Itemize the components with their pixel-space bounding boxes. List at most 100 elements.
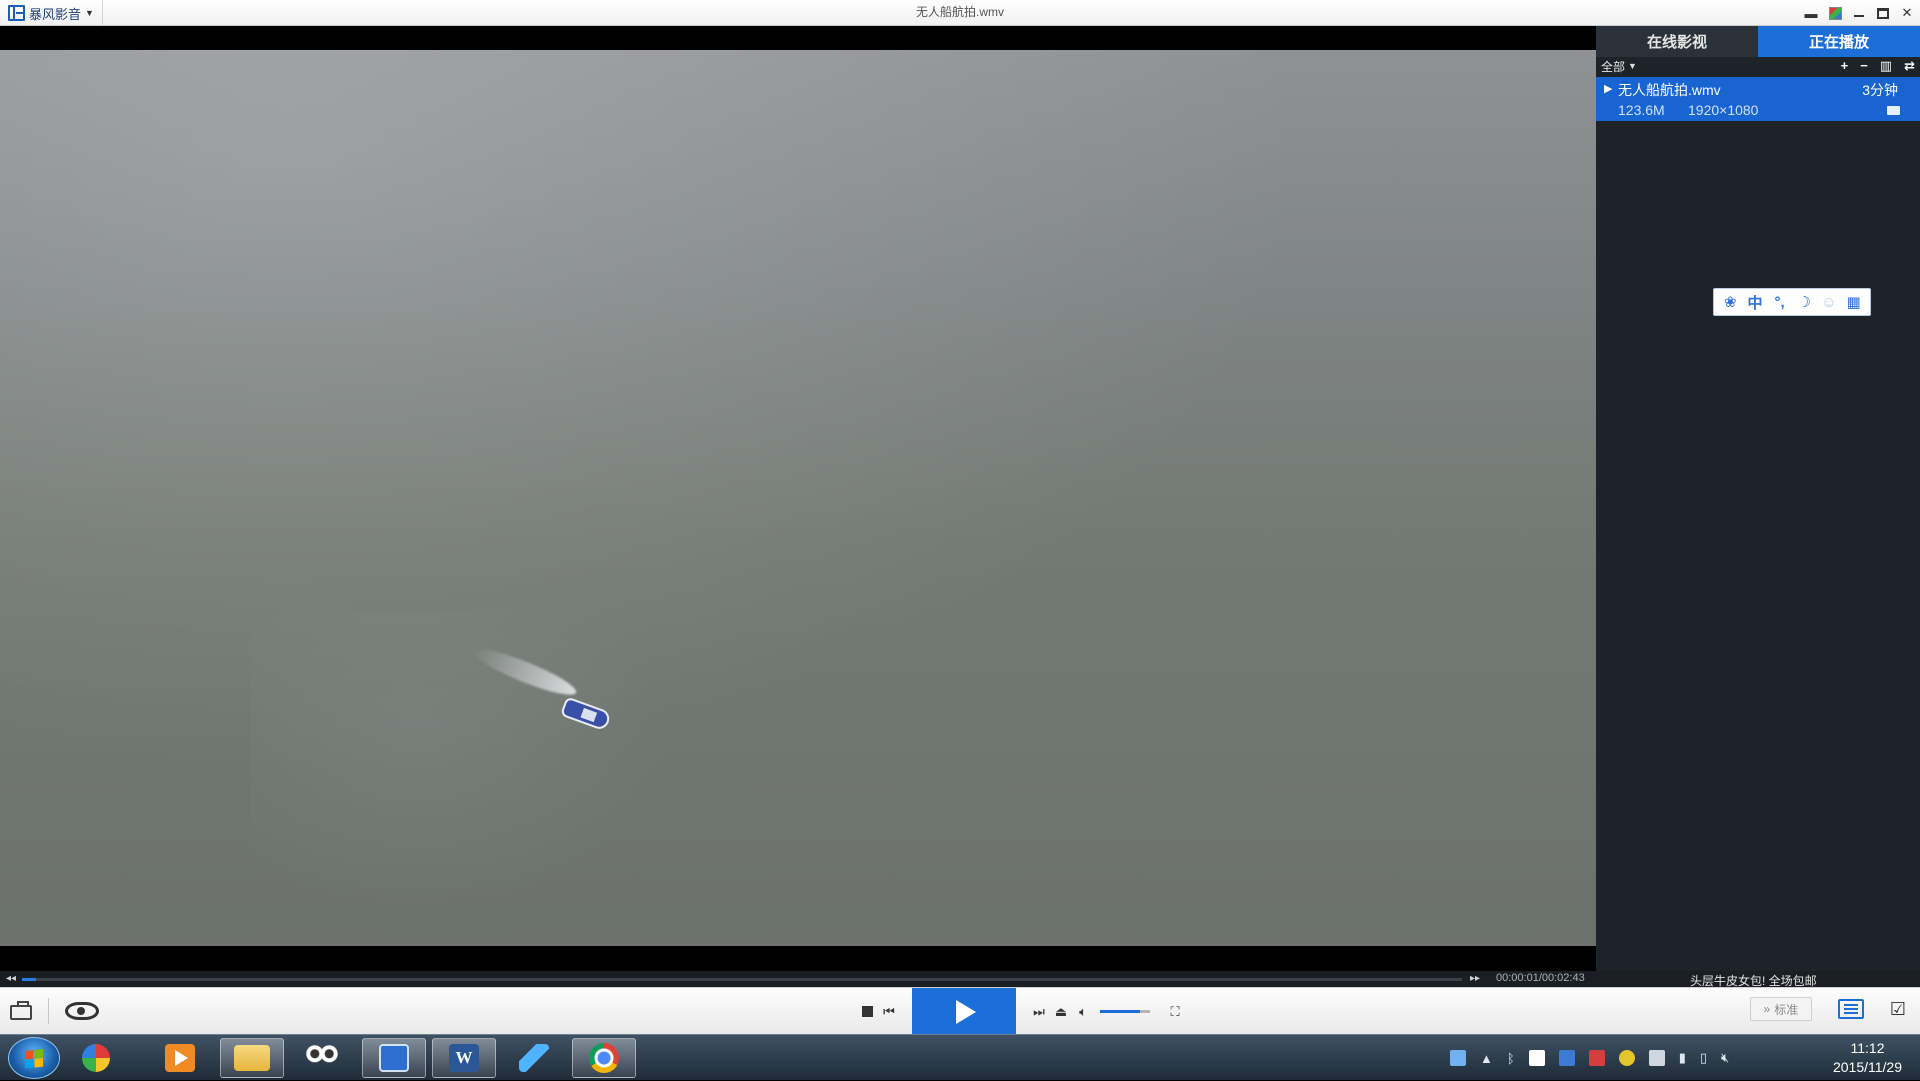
playlist-item[interactable]: ▶ 无人船航拍.wmv 3分钟 123.6M 1920×1080 — [1596, 77, 1920, 121]
time-display: 00:00:01/00:02:43 — [1496, 972, 1585, 984]
control-bar-right: » 标准 ☑ — [1749, 997, 1906, 1021]
seek-progress — [22, 978, 36, 981]
skin-button[interactable] — [1826, 4, 1844, 22]
movie-maker[interactable] — [290, 1038, 354, 1078]
chrome[interactable] — [572, 1038, 636, 1078]
chevron-down-icon: ▼ — [1628, 61, 1637, 71]
weather-icon[interactable] — [1450, 1050, 1466, 1066]
system-tray: ▲ ᛒ ▮ ▯ 🔇︎ — [1450, 1035, 1729, 1081]
app-name: 暴风影音 — [29, 6, 82, 22]
start-button[interactable] — [8, 1037, 60, 1079]
seek-bar: ◂◂ ▸▸ 00:00:01/00:02:43 头层牛皮女包! 全场包邮 — [0, 971, 1920, 988]
word-icon: W — [449, 1044, 479, 1072]
windows-icon[interactable] — [1528, 1050, 1545, 1066]
control-bar: ⏮ ⏭ ⏏ 🔈︎ ⛶ » 标准 ☑ — [0, 987, 1920, 1035]
file-explorer[interactable] — [220, 1038, 284, 1078]
playback-controls: ⏮ ⏭ ⏏ 🔈︎ ⛶ — [856, 988, 1186, 1035]
fast-forward-icon[interactable]: ▸▸ — [1470, 973, 1480, 984]
toolbox-icon[interactable] — [10, 1001, 32, 1020]
flag-icon[interactable] — [1648, 1050, 1665, 1066]
playlist-toolbar: 全部 ▼ + − ▥ ⇄ — [1596, 57, 1920, 75]
title-bar: 暴风影音 ▼ 无人船航拍.wmv ▬ ✕ — [0, 0, 1920, 26]
clock[interactable]: 11:12 2015/11/29 — [1833, 1039, 1902, 1077]
pinwheel-icon — [82, 1044, 110, 1072]
quality-button[interactable]: » 标准 — [1749, 997, 1812, 1021]
next-button[interactable]: ⏭ — [1028, 1001, 1050, 1023]
window-controls: ▬ ✕ — [1802, 0, 1916, 26]
control-bar-left — [10, 998, 99, 1024]
filter-label: 全部 — [1601, 59, 1626, 74]
playlist-tools: + − ▥ ⇄ — [1841, 58, 1915, 74]
playlist-item-size: 123.6M — [1618, 102, 1665, 118]
video-frame[interactable] — [0, 50, 1596, 946]
eject-button[interactable]: ⏏ — [1050, 1001, 1072, 1023]
clock-date: 2015/11/29 — [1832, 1059, 1902, 1075]
video-player-app[interactable] — [148, 1038, 212, 1078]
checklist-icon[interactable]: ☑ — [1890, 999, 1906, 1020]
signal-icon[interactable]: ▮ — [1679, 1050, 1686, 1066]
minimize-button[interactable] — [1850, 4, 1868, 22]
storm-player-icon — [379, 1044, 409, 1072]
maximize-icon — [1877, 7, 1889, 19]
chevron-right-icon: » — [1763, 1002, 1771, 1016]
playlist-item-resolution: 1920×1080 — [1688, 102, 1759, 118]
chrome-icon — [589, 1043, 619, 1073]
clock-time: 11:12 — [1850, 1040, 1885, 1056]
tab-now-playing[interactable]: 正在播放 — [1758, 26, 1920, 57]
paw-icon[interactable]: ❀ — [1721, 293, 1739, 311]
seek-track[interactable] — [22, 978, 1462, 981]
volume-slider[interactable] — [1100, 1010, 1150, 1013]
filter-dropdown[interactable]: 全部 ▼ — [1601, 58, 1637, 75]
user-icon[interactable]: ☺ — [1820, 294, 1838, 311]
tab-online-video[interactable]: 在线影视 — [1596, 26, 1758, 57]
playlist-item-name: 无人船航拍.wmv — [1618, 82, 1721, 98]
maximize-button[interactable] — [1874, 4, 1892, 22]
ime-chinese-toggle[interactable]: 中 — [1746, 292, 1764, 313]
ime-toolbar: ❀ 中 °, ☽ ☺ ▦ — [1713, 288, 1871, 316]
network-drive-icon[interactable] — [1558, 1050, 1575, 1066]
playlist-toggle-button[interactable] — [1837, 999, 1864, 1019]
close-button[interactable]: ✕ — [1898, 4, 1916, 22]
eye-icon[interactable] — [65, 1002, 99, 1020]
trash-icon[interactable]: ▥ — [1880, 58, 1892, 74]
chevron-down-icon: ▼ — [85, 8, 94, 18]
show-hidden-icons[interactable]: ▲ — [1480, 1051, 1493, 1066]
fullscreen-button[interactable]: ⛶ — [1164, 1001, 1186, 1023]
stop-button[interactable] — [856, 1001, 878, 1023]
playlist-panel: 在线影视 正在播放 全部 ▼ + − ▥ ⇄ ▶ 无人船航拍.wmv 3分钟 1… — [1596, 26, 1920, 971]
film-camera-icon — [304, 1044, 340, 1072]
message-icon[interactable]: ▬ — [1802, 4, 1820, 22]
folder-icon[interactable] — [1887, 106, 1900, 115]
app-menu-button[interactable]: 暴风影音 ▼ — [0, 0, 103, 26]
panel-tabs: 在线影视 正在播放 — [1596, 26, 1920, 57]
loop-icon[interactable]: ⇄ — [1904, 58, 1915, 74]
previous-button[interactable]: ⏮ — [878, 1001, 900, 1023]
battery-icon[interactable]: ▯ — [1700, 1050, 1707, 1066]
video-player-icon — [165, 1044, 195, 1072]
bluetooth-icon[interactable]: ᛒ — [1507, 1051, 1515, 1066]
play-icon — [956, 999, 976, 1024]
grid-icon[interactable]: ▦ — [1845, 293, 1863, 311]
remove-icon[interactable]: − — [1860, 58, 1868, 74]
app-logo-icon — [8, 5, 25, 21]
stop-icon — [861, 1006, 873, 1017]
storm-player[interactable] — [362, 1038, 426, 1078]
video-area[interactable] — [0, 26, 1596, 971]
window-title: 无人船航拍.wmv — [916, 5, 1004, 19]
volume-muted-icon[interactable]: 🔇︎ — [1721, 1050, 1729, 1066]
windows-logo-icon — [25, 1049, 43, 1069]
palette-icon — [1828, 6, 1842, 20]
rewind-icon[interactable]: ◂◂ — [6, 973, 16, 984]
update-icon[interactable] — [1618, 1050, 1635, 1066]
ime-punctuation-toggle[interactable]: °, — [1771, 294, 1789, 311]
moon-icon[interactable]: ☽ — [1795, 293, 1813, 311]
volume-level — [1100, 1010, 1140, 1013]
pinwheel-app[interactable] — [64, 1038, 128, 1078]
volume-icon[interactable]: 🔈︎ — [1072, 1001, 1094, 1023]
security-shield-icon[interactable] — [1588, 1050, 1605, 1066]
bird-icon — [519, 1044, 549, 1072]
add-icon[interactable]: + — [1841, 58, 1849, 74]
play-button[interactable] — [912, 988, 1016, 1035]
bird-app[interactable] — [502, 1038, 566, 1078]
microsoft-word[interactable]: W — [432, 1038, 496, 1078]
